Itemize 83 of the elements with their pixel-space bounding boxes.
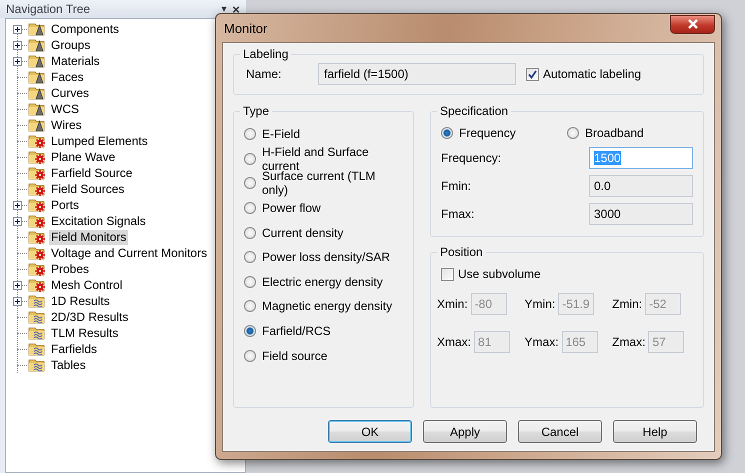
tree-item[interactable]: Farfield Source <box>49 166 134 181</box>
radio-button[interactable] <box>244 226 256 239</box>
checkbox-label[interactable]: Use subvolume <box>458 267 541 281</box>
field-label: Name: <box>245 67 282 81</box>
tree-item[interactable]: 2D/3D Results <box>49 310 130 325</box>
checkbox[interactable] <box>526 68 539 80</box>
tree-item[interactable]: Components <box>49 22 122 37</box>
panel-title: Navigation Tree <box>6 2 92 16</box>
dialog-button[interactable]: OK <box>328 420 412 443</box>
radio-button[interactable] <box>244 350 256 362</box>
radio-label[interactable]: Surface current (TLM only) <box>262 169 403 198</box>
radio-button[interactable] <box>244 325 256 338</box>
tree-item[interactable]: Farfields <box>49 342 100 357</box>
checkbox-label[interactable]: Automatic labeling <box>543 67 642 81</box>
field-label: Xmax: <box>437 335 472 349</box>
tree-item[interactable]: Plane Wave <box>49 150 118 165</box>
dialog-button[interactable]: Cancel <box>518 420 602 443</box>
radio-label[interactable]: Electric energy density <box>262 274 383 289</box>
expand-icon[interactable] <box>13 216 22 226</box>
expand-icon[interactable] <box>13 40 22 50</box>
dialog-title: Monitor <box>223 20 268 36</box>
field-label: Frequency: <box>441 151 502 165</box>
radio-button[interactable] <box>244 177 256 190</box>
tree-item[interactable]: Excitation Signals <box>49 214 148 229</box>
radio-button[interactable] <box>244 300 256 312</box>
field-label: Fmin: <box>441 179 471 193</box>
tree-item[interactable]: Faces <box>49 70 86 85</box>
tree-item[interactable]: Mesh Control <box>49 278 124 293</box>
tree-item[interactable]: Probes <box>49 262 92 277</box>
radio-button[interactable] <box>244 276 256 288</box>
radio-label[interactable]: Power flow <box>262 201 321 216</box>
radio-button[interactable] <box>244 251 256 264</box>
group-legend: Position <box>437 245 486 259</box>
radio-button[interactable] <box>244 202 256 214</box>
radio-label[interactable]: Magnetic energy density <box>262 299 392 314</box>
field-label: Fmax: <box>441 207 474 221</box>
tree-item[interactable]: TLM Results <box>49 326 120 341</box>
expand-icon[interactable] <box>13 200 22 210</box>
expand-icon[interactable] <box>13 296 22 306</box>
dialog-button[interactable]: Help <box>613 420 697 443</box>
tree-item[interactable]: WCS <box>49 102 81 117</box>
radio-label[interactable]: Broadband <box>585 126 644 140</box>
group-legend: Labeling <box>240 47 292 61</box>
radio-label[interactable]: Farfield/RCS <box>262 324 331 338</box>
panel-menu-button[interactable]: ▾ <box>218 3 230 15</box>
field-label: Zmin: <box>612 297 642 311</box>
close-button[interactable] <box>670 14 715 34</box>
tree-item[interactable]: Field Monitors <box>49 230 128 245</box>
tree-item[interactable]: Materials <box>49 54 102 69</box>
radio-button[interactable] <box>244 152 256 165</box>
tree-item[interactable]: Wires <box>49 118 84 133</box>
expand-icon[interactable] <box>13 56 22 66</box>
radio-button[interactable] <box>567 127 579 139</box>
input-field[interactable]: 3000 <box>589 203 693 225</box>
tree-item[interactable]: Tables <box>49 358 88 373</box>
field-label: Xmin: <box>437 297 468 311</box>
expand-icon[interactable] <box>13 24 22 34</box>
tree-item[interactable]: Voltage and Current Monitors <box>49 246 210 261</box>
tree-item[interactable]: Field Sources <box>49 182 126 197</box>
tree-item[interactable]: Lumped Elements <box>49 134 150 149</box>
radio-button[interactable] <box>441 127 453 139</box>
dialog-button[interactable]: Apply <box>423 420 507 443</box>
group-legend: Type <box>240 104 272 118</box>
input-field[interactable]: 0.0 <box>589 175 693 197</box>
radio-label[interactable]: Frequency <box>459 126 516 140</box>
expand-icon[interactable] <box>13 280 22 290</box>
checkbox[interactable] <box>441 268 454 280</box>
close-icon <box>686 19 698 29</box>
radio-label[interactable]: Field source <box>262 348 328 363</box>
radio-button[interactable] <box>244 128 256 140</box>
field-label: Ymin: <box>524 297 556 311</box>
name-field[interactable]: farfield (f=1500) <box>318 63 516 85</box>
tree-item[interactable]: Curves <box>49 86 92 101</box>
tree-item[interactable]: Ports <box>49 198 82 213</box>
radio-label[interactable]: Current density <box>262 226 344 240</box>
field-label: Ymax: <box>524 335 559 349</box>
tree-item[interactable]: 1D Results <box>49 294 112 309</box>
group-legend: Specification <box>437 104 512 118</box>
radio-label[interactable]: E-Field <box>262 127 300 142</box>
radio-label[interactable]: Power loss density/SAR <box>262 250 390 264</box>
panel-close-button[interactable]: × <box>230 2 242 16</box>
tree-item[interactable]: Groups <box>49 38 92 53</box>
field-label: Zmax: <box>612 335 646 349</box>
